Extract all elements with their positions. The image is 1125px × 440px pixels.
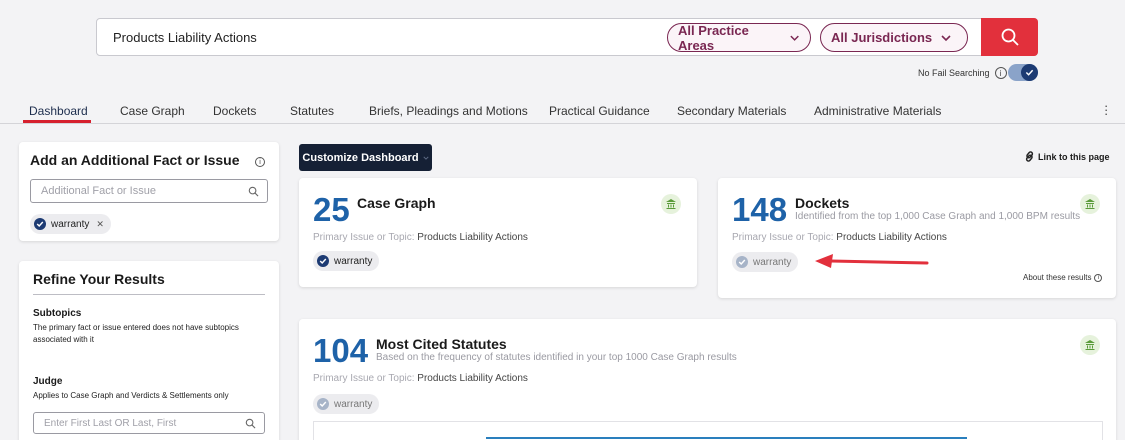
- topic-label: Primary Issue or Topic:: [732, 232, 834, 243]
- additional-fact-input[interactable]: Additional Fact or Issue: [30, 179, 268, 203]
- topic-value: Products Liability Actions: [417, 373, 528, 384]
- link-icon: [1025, 151, 1034, 162]
- refine-results-panel: Refine Your Results Subtopics The primar…: [19, 261, 279, 440]
- no-fail-searching: No Fail Searching i: [918, 67, 1007, 79]
- search-icon: [245, 418, 256, 429]
- jurisdictions-dropdown[interactable]: All Jurisdictions: [820, 23, 968, 52]
- dockets-subtitle: Identified from the top 1,000 Case Graph…: [795, 211, 1081, 222]
- close-icon[interactable]: ✕: [96, 219, 104, 230]
- add-fact-panel: Add an Additional Fact or Issue i Additi…: [19, 142, 279, 241]
- practice-areas-dropdown[interactable]: All Practice Areas: [667, 22, 811, 53]
- info-icon[interactable]: i: [994, 67, 1007, 79]
- customize-label: Customize Dashboard: [302, 151, 419, 164]
- bank-icon: [1080, 335, 1100, 355]
- info-icon: i: [1094, 273, 1103, 282]
- practice-areas-label: All Practice Areas: [678, 22, 749, 53]
- topic-value: Products Liability Actions: [417, 232, 528, 243]
- link-label: Link to this page: [1038, 151, 1110, 162]
- topic-value: Products Liability Actions: [836, 232, 947, 243]
- search-bar: Products Liability Actions All Practice …: [96, 18, 1038, 56]
- subtopics-heading: Subtopics: [33, 308, 82, 319]
- about-label: About these results: [1023, 273, 1092, 282]
- check-circle-icon: [736, 256, 748, 268]
- search-button[interactable]: [981, 18, 1038, 56]
- case-graph-count: 25: [313, 191, 350, 228]
- bank-icon: [661, 194, 681, 214]
- tab-dashboard[interactable]: Dashboard: [29, 104, 88, 118]
- more-options-icon[interactable]: · · ·: [1104, 99, 1108, 120]
- tab-briefs[interactable]: Briefs, Pleadings and Motions: [369, 104, 528, 118]
- dockets-title[interactable]: Dockets: [795, 195, 849, 211]
- dockets-count: 148: [732, 191, 788, 228]
- chip-label: warranty: [334, 255, 373, 267]
- divider: [33, 294, 265, 295]
- search-input[interactable]: Products Liability Actions: [113, 30, 257, 45]
- judge-text: Applies to Case Graph and Verdicts & Set…: [33, 391, 229, 400]
- chevron-down-icon: [422, 156, 429, 160]
- fact-chip-label: warranty: [51, 218, 90, 230]
- tab-administrative-materials[interactable]: Administrative Materials: [814, 104, 941, 118]
- chip-label: warranty: [753, 256, 792, 268]
- chip-label: warranty: [334, 398, 373, 410]
- case-graph-topic: Primary Issue or Topic: Products Liabili…: [313, 232, 528, 243]
- active-tab-indicator: [23, 120, 91, 123]
- case-graph-title[interactable]: Case Graph: [357, 195, 436, 211]
- dockets-chip[interactable]: warranty: [732, 252, 799, 272]
- tab-practical-guidance[interactable]: Practical Guidance: [549, 104, 650, 118]
- customize-dashboard-button[interactable]: Customize Dashboard: [299, 144, 432, 171]
- search-icon: [248, 186, 259, 197]
- no-fail-label: No Fail Searching: [918, 68, 990, 78]
- check-circle-icon: [34, 218, 46, 230]
- dockets-topic: Primary Issue or Topic: Products Liabili…: [732, 232, 947, 243]
- about-results-link[interactable]: About these results i: [1023, 273, 1103, 282]
- info-icon[interactable]: i: [255, 157, 265, 167]
- judge-heading: Judge: [33, 376, 63, 387]
- judge-input[interactable]: Enter First Last OR Last, First: [33, 412, 265, 434]
- check-circle-icon: [317, 398, 329, 410]
- check-circle-icon: [317, 255, 329, 267]
- statutes-chart-bar: [486, 437, 967, 439]
- red-arrow-icon: [815, 254, 929, 268]
- most-cited-statutes-card[interactable]: 104 Most Cited Statutes Based on the fre…: [299, 319, 1116, 440]
- case-graph-chip[interactable]: warranty: [313, 251, 380, 271]
- check-icon: [1025, 69, 1034, 76]
- topic-label: Primary Issue or Topic:: [313, 232, 415, 243]
- tab-secondary-materials[interactable]: Secondary Materials: [677, 104, 786, 118]
- subtopics-text: The primary fact or issue entered does n…: [33, 323, 239, 344]
- statutes-chip[interactable]: warranty: [313, 394, 380, 414]
- nav-tabs: Dashboard Case Graph Dockets Statutes Br…: [0, 98, 1125, 124]
- refine-title: Refine Your Results: [33, 271, 165, 287]
- fact-chip[interactable]: warranty ✕: [30, 214, 111, 234]
- tab-case-graph[interactable]: Case Graph: [120, 104, 185, 118]
- statutes-subtitle: Based on the frequency of statutes ident…: [376, 352, 737, 363]
- chevron-down-icon: [790, 35, 799, 41]
- toggle-knob: [1021, 64, 1038, 81]
- tab-dockets[interactable]: Dockets: [213, 104, 256, 118]
- link-to-page[interactable]: Link to this page: [1024, 151, 1110, 162]
- statutes-topic: Primary Issue or Topic: Products Liabili…: [313, 373, 528, 384]
- judge-placeholder: Enter First Last OR Last, First: [44, 418, 177, 429]
- topic-label: Primary Issue or Topic:: [313, 373, 415, 384]
- dockets-card[interactable]: 148 Dockets Identified from the top 1,00…: [718, 178, 1116, 298]
- add-fact-title: Add an Additional Fact or Issue: [30, 152, 240, 168]
- statutes-count: 104: [313, 332, 369, 369]
- jurisdictions-label: All Jurisdictions: [831, 30, 933, 45]
- additional-fact-placeholder: Additional Fact or Issue: [41, 185, 156, 197]
- chevron-down-icon: [941, 34, 951, 41]
- bank-icon: [1080, 194, 1100, 214]
- case-graph-card[interactable]: 25 Case Graph Primary Issue or Topic: Pr…: [299, 178, 697, 287]
- no-fail-toggle[interactable]: [1008, 64, 1038, 81]
- statutes-title[interactable]: Most Cited Statutes: [376, 336, 507, 352]
- tab-statutes[interactable]: Statutes: [290, 104, 334, 118]
- search-icon: [1001, 28, 1019, 46]
